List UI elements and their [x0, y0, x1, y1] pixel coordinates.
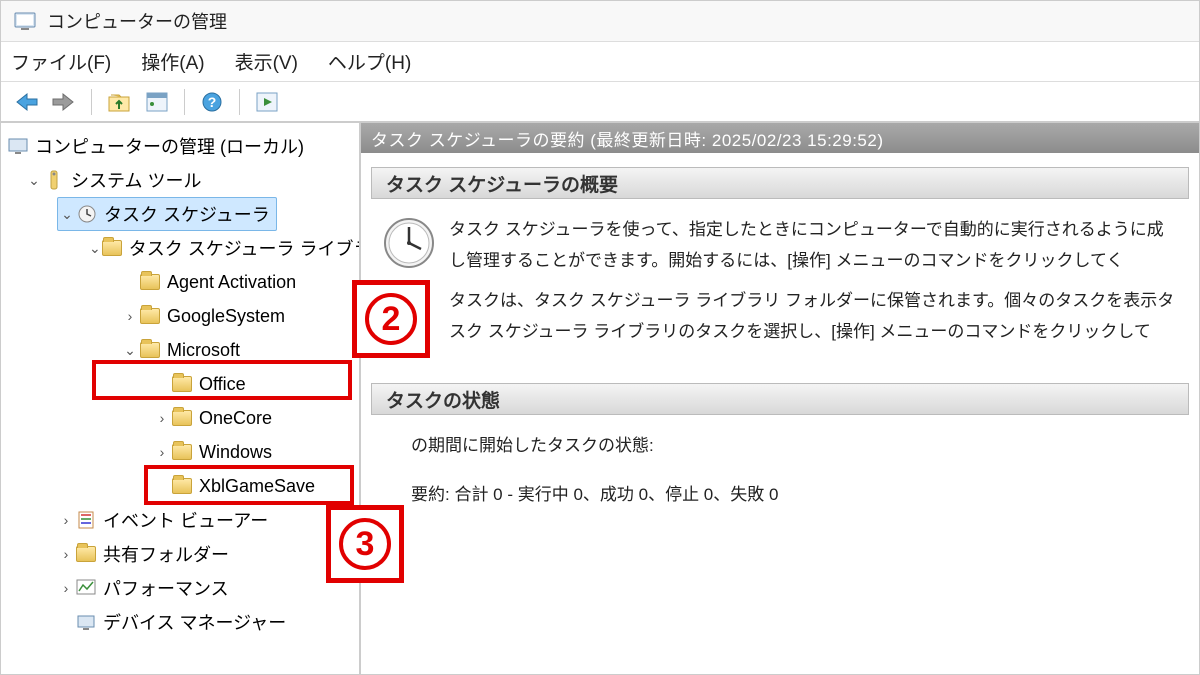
- summary-header: タスク スケジューラの要約 (最終更新日時: 2025/02/23 15:29:…: [361, 123, 1199, 153]
- tree-label: 共有フォルダー: [103, 541, 229, 567]
- help-button[interactable]: ?: [197, 87, 227, 117]
- toolbar: ?: [1, 81, 1199, 123]
- toolbar-separator: [239, 89, 240, 115]
- folder-icon: [171, 475, 193, 497]
- properties-button[interactable]: [142, 87, 172, 117]
- expand-icon[interactable]: ⌄: [58, 206, 76, 223]
- overview-section: タスク スケジューラの概要 タスク スケジューラを使って、指定したときにコンピュ…: [371, 167, 1189, 357]
- content-pane: タスク スケジューラの要約 (最終更新日時: 2025/02/23 15:29:…: [361, 123, 1199, 674]
- tree-label: パフォーマンス: [103, 575, 229, 601]
- tree-label: OneCore: [199, 408, 272, 429]
- folder-icon: [139, 305, 161, 327]
- event-viewer-icon: [75, 509, 97, 531]
- tree-office[interactable]: Office: [1, 367, 359, 401]
- toolbar-separator: [184, 89, 185, 115]
- tree-performance[interactable]: › パフォーマンス: [1, 571, 359, 605]
- tree-label: GoogleSystem: [167, 306, 285, 327]
- tree-label: Microsoft: [167, 340, 240, 361]
- back-button[interactable]: [11, 87, 41, 117]
- menu-help[interactable]: ヘルプ(H): [328, 48, 411, 75]
- forward-button[interactable]: [49, 87, 79, 117]
- tree-pane[interactable]: コンピューターの管理 (ローカル) ⌄ システム ツール ⌄ タスク スケジュー…: [1, 123, 361, 674]
- overview-text: タスク スケジューラを使って、指定したときにコンピューターで自動的に実行されるよ…: [449, 215, 1179, 347]
- status-section: タスクの状態 の期間に開始したタスクの状態: 要約: 合計 0 - 実行中 0、…: [371, 383, 1189, 520]
- folder-icon: [171, 373, 193, 395]
- toolbar-separator: [91, 89, 92, 115]
- clock-icon: [76, 203, 98, 225]
- tree-label: イベント ビューアー: [103, 507, 268, 533]
- tree-onecore[interactable]: › OneCore: [1, 401, 359, 435]
- menu-file[interactable]: ファイル(F): [11, 48, 111, 75]
- menubar: ファイル(F) 操作(A) 表示(V) ヘルプ(H): [1, 41, 1199, 81]
- device-manager-icon: [75, 611, 97, 633]
- tree-label: コンピューターの管理 (ローカル): [35, 133, 304, 159]
- tree-task-scheduler-library[interactable]: ⌄ タスク スケジューラ ライブラリ: [1, 231, 359, 265]
- tree-xblgamesave[interactable]: XblGameSave: [1, 469, 359, 503]
- computer-icon: [7, 135, 29, 157]
- tree-device-manager[interactable]: デバイス マネージャー: [1, 605, 359, 639]
- expand-placeholder: [57, 614, 75, 630]
- tree-label: XblGameSave: [199, 476, 315, 497]
- performance-icon: [75, 577, 97, 599]
- folder-icon: [139, 339, 161, 361]
- folder-clock-icon: [101, 237, 123, 259]
- menu-action[interactable]: 操作(A): [141, 48, 204, 75]
- folder-icon: [171, 407, 193, 429]
- expand-icon[interactable]: ›: [57, 512, 75, 528]
- status-text-2: 要約: 合計 0 - 実行中 0、成功 0、停止 0、失敗 0: [411, 480, 1179, 511]
- expand-icon[interactable]: ›: [153, 410, 171, 426]
- tree-root[interactable]: コンピューターの管理 (ローカル): [1, 129, 359, 163]
- status-text-1: の期間に開始したタスクの状態:: [411, 431, 1179, 462]
- expand-icon[interactable]: ⌄: [121, 342, 139, 359]
- expand-icon[interactable]: ›: [57, 546, 75, 562]
- overview-title: タスク スケジューラの概要: [371, 167, 1189, 199]
- expand-icon[interactable]: ›: [153, 444, 171, 460]
- tree-windows[interactable]: › Windows: [1, 435, 359, 469]
- status-title: タスクの状態: [371, 383, 1189, 415]
- app-icon: [13, 9, 37, 33]
- expand-placeholder: [121, 274, 139, 290]
- expand-placeholder: [153, 376, 171, 392]
- up-button[interactable]: [104, 87, 134, 117]
- overview-line-2: タスクは、タスク スケジューラ ライブラリ フォルダーに保管されます。個々のタス…: [449, 286, 1179, 347]
- tree-agent-activation[interactable]: Agent Activation: [1, 265, 359, 299]
- main-area: コンピューターの管理 (ローカル) ⌄ システム ツール ⌄ タスク スケジュー…: [1, 123, 1199, 674]
- tree-label: タスク スケジューラ: [104, 201, 270, 227]
- tree-task-scheduler[interactable]: ⌄ タスク スケジューラ: [57, 197, 277, 231]
- folder-icon: [171, 441, 193, 463]
- folder-icon: [139, 271, 161, 293]
- expand-placeholder: [153, 478, 171, 494]
- tree-system-tools[interactable]: ⌄ システム ツール: [1, 163, 359, 197]
- clock-large-icon: [381, 215, 437, 271]
- shared-folder-icon: [75, 543, 97, 565]
- tools-icon: [43, 169, 65, 191]
- tree-label: Office: [199, 374, 246, 395]
- expand-icon[interactable]: ›: [121, 308, 139, 324]
- svg-text:?: ?: [208, 94, 217, 110]
- expand-icon[interactable]: ⌄: [25, 172, 43, 189]
- tree-microsoft[interactable]: ⌄ Microsoft: [1, 333, 359, 367]
- tree-label: タスク スケジューラ ライブラリ: [129, 235, 361, 261]
- expand-icon[interactable]: ›: [57, 580, 75, 596]
- tree-label: デバイス マネージャー: [103, 609, 286, 635]
- titlebar: コンピューターの管理: [1, 1, 1199, 41]
- tree-label: システム ツール: [71, 167, 201, 193]
- expand-icon[interactable]: ⌄: [89, 240, 101, 257]
- tree-google-system[interactable]: › GoogleSystem: [1, 299, 359, 333]
- tree-label: Agent Activation: [167, 272, 296, 293]
- tree-event-viewer[interactable]: › イベント ビューアー: [1, 503, 359, 537]
- menu-view[interactable]: 表示(V): [235, 48, 298, 75]
- computer-management-window: コンピューターの管理 ファイル(F) 操作(A) 表示(V) ヘルプ(H) ? …: [0, 0, 1200, 675]
- run-button[interactable]: [252, 87, 282, 117]
- overview-line-1: タスク スケジューラを使って、指定したときにコンピューターで自動的に実行されるよ…: [449, 215, 1179, 276]
- window-title: コンピューターの管理: [47, 8, 227, 34]
- tree-label: Windows: [199, 442, 272, 463]
- tree-shared-folders[interactable]: › 共有フォルダー: [1, 537, 359, 571]
